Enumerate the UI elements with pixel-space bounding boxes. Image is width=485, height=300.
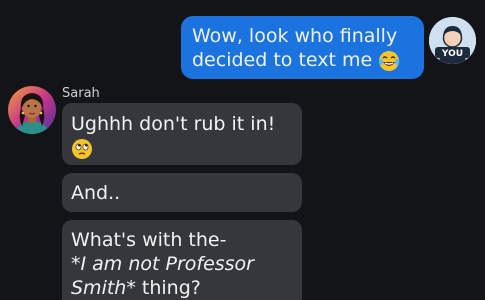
incoming-message-bubble[interactable]: What's with the- *I am not Professor Smi…	[62, 220, 302, 300]
message-text-line: What's with the-	[71, 229, 227, 251]
message-text-line: Smith* thing?	[71, 277, 201, 299]
incoming-message-bubble[interactable]: Ughhh don't rub it in!	[62, 103, 302, 165]
message-emoji-line	[71, 136, 302, 160]
sender-name: Sarah	[62, 86, 100, 101]
message-text-line: *I am not Professor	[71, 253, 254, 275]
person-icon: YOU	[429, 17, 476, 64]
face-with-tears-of-joy-icon	[379, 50, 400, 71]
user-avatar[interactable]: YOU	[429, 17, 476, 64]
avatar-label: YOU	[441, 49, 463, 59]
outgoing-message-bubble[interactable]: Wow, look who finally decided to text me	[181, 16, 424, 79]
message-text-line: decided to text me	[192, 48, 424, 72]
message-text-line: Wow, look who finally	[192, 25, 398, 47]
incoming-message-bubble[interactable]: And..	[62, 173, 302, 212]
message-text-line: And..	[71, 182, 121, 204]
chat-screen: Wow, look who finally decided to text me…	[0, 0, 485, 300]
message-text-line: Ughhh don't rub it in!	[71, 113, 276, 135]
face-with-rolling-eyes-icon	[72, 138, 92, 159]
sarah-avatar[interactable]	[8, 86, 56, 134]
woman-portrait-icon	[8, 86, 56, 134]
